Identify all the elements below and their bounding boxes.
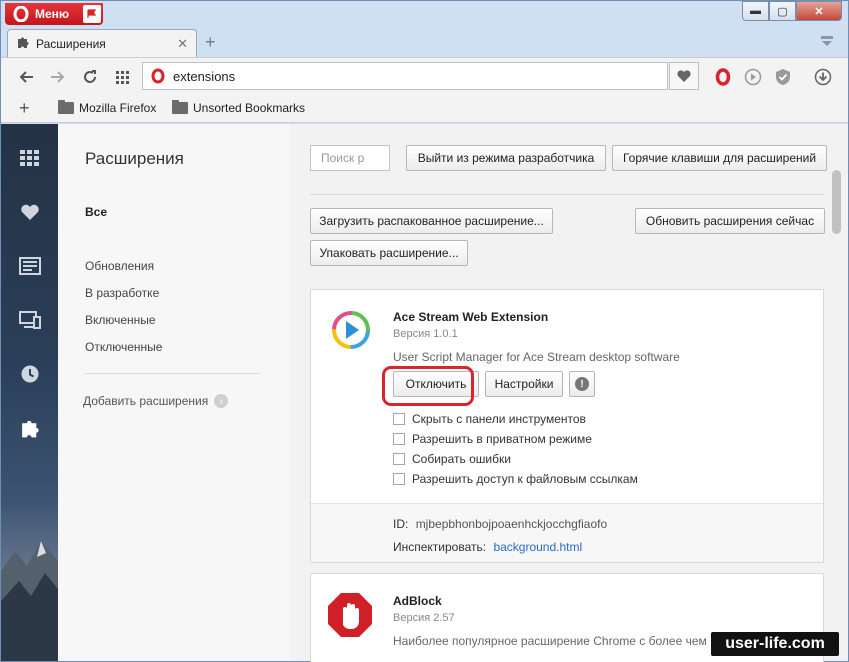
address-text: extensions <box>173 68 236 84</box>
option-collect-errors[interactable]: Собирать ошибки <box>393 452 511 466</box>
error-info-icon[interactable]: ! <box>569 371 595 397</box>
download-icon[interactable] <box>813 67 833 87</box>
speed-dial-grid-icon[interactable] <box>111 67 133 87</box>
mountain-background <box>1 541 58 661</box>
opera-o-icon <box>151 68 165 87</box>
folder-icon <box>172 100 188 114</box>
tab-extensions[interactable]: Расширения ✕ <box>7 29 197 57</box>
back-arrow-icon[interactable] <box>16 67 38 87</box>
search-input[interactable]: Поиск р <box>310 145 390 171</box>
extension-card-acestream: Ace Stream Web Extension Версия 1.0.1 Us… <box>310 289 824 563</box>
tab-strip: Расширения ✕ + <box>1 29 848 57</box>
option-label: Собирать ошибки <box>412 452 511 466</box>
extension-id: ID: mjbepbhonbojpoaenhckjocchgfiaofo <box>393 517 608 531</box>
close-tab-icon[interactable]: ✕ <box>177 36 188 52</box>
nav-item-all[interactable]: Все <box>85 205 107 219</box>
pack-extension-button[interactable]: Упаковать расширение... <box>310 240 468 266</box>
extensions-nav-panel: Расширения Все Обновления В разработке В… <box>58 124 290 661</box>
flag-icon[interactable] <box>83 5 101 23</box>
exit-developer-mode-button[interactable]: Выйти из режима разработчика <box>406 145 606 171</box>
extension-name: Ace Stream Web Extension <box>393 310 549 324</box>
extensions-puzzle-icon[interactable] <box>1 411 58 445</box>
browser-window: Меню ▬ ▢ ✕ Расширения ✕ + extensions + M… <box>0 0 849 662</box>
option-private-mode[interactable]: Разрешить в приватном режиме <box>393 432 592 446</box>
maximize-button[interactable]: ▢ <box>769 1 796 21</box>
bookmark-heart-icon[interactable] <box>669 62 699 90</box>
opera-menu-button[interactable]: Меню <box>5 3 103 25</box>
option-label: Скрыть с панели инструментов <box>412 412 586 426</box>
checkbox[interactable] <box>393 453 405 465</box>
nav-item-enabled[interactable]: Включенные <box>85 313 156 327</box>
watermark: user-life.com <box>711 632 839 656</box>
option-file-urls[interactable]: Разрешить доступ к файловым ссылкам <box>393 472 638 486</box>
title-bar: Меню ▬ ▢ ✕ <box>1 1 848 29</box>
opera-extension-icon[interactable] <box>713 67 733 87</box>
window-controls: ▬ ▢ ✕ <box>742 1 842 21</box>
checkbox[interactable] <box>393 413 405 425</box>
tab-menu-icon[interactable] <box>820 35 834 50</box>
news-icon[interactable] <box>1 249 58 283</box>
forward-arrow-icon[interactable] <box>46 67 68 87</box>
checkbox[interactable] <box>393 433 405 445</box>
extension-inspect: Инспектировать: background.html <box>393 540 583 554</box>
opera-sidebar <box>1 124 58 661</box>
close-window-button[interactable]: ✕ <box>796 1 842 21</box>
devices-icon[interactable] <box>1 303 58 337</box>
adblock-stop-hand-icon <box>327 592 373 638</box>
speed-dial-icon[interactable] <box>1 141 58 175</box>
nav-item-updates[interactable]: Обновления <box>85 259 154 273</box>
page-title: Расширения <box>85 149 184 168</box>
scrollbar-thumb[interactable] <box>832 170 841 234</box>
opera-logo-icon <box>11 4 31 24</box>
extension-description: User Script Manager for Ace Stream deskt… <box>393 350 680 364</box>
load-unpacked-button[interactable]: Загрузить распакованное расширение... <box>310 208 553 234</box>
inspect-link[interactable]: background.html <box>493 540 582 554</box>
extensions-list: Поиск р Выйти из режима разработчика Гор… <box>290 124 848 662</box>
ace-stream-logo-icon <box>331 310 371 350</box>
keyboard-shortcuts-button[interactable]: Горячие клавиши для расширений <box>612 145 827 171</box>
bookmarks-heart-icon[interactable] <box>1 195 58 229</box>
folder-icon <box>58 100 74 114</box>
nav-divider <box>85 373 261 374</box>
extension-version: Версия 2.57 <box>393 612 455 624</box>
extension-description: Наиболее популярное расширение Chrome с … <box>393 634 707 648</box>
add-extensions-label: Добавить расширения <box>83 394 209 408</box>
disable-button-highlight <box>382 366 474 406</box>
bookmark-folder-firefox[interactable]: Mozilla Firefox <box>58 100 157 115</box>
bookmark-label: Mozilla Firefox <box>79 101 157 115</box>
reload-icon[interactable] <box>79 67 101 87</box>
add-bookmark-icon[interactable]: + <box>19 98 30 119</box>
extension-name: AdBlock <box>393 594 442 608</box>
update-extensions-button[interactable]: Обновить расширения сейчас <box>635 208 825 234</box>
toolbar-divider <box>310 194 825 195</box>
address-bar[interactable]: extensions <box>142 62 668 90</box>
nav-item-disabled[interactable]: Отключенные <box>85 340 162 354</box>
bookmark-folder-unsorted[interactable]: Unsorted Bookmarks <box>172 100 306 115</box>
chevron-right-icon: › <box>214 394 229 408</box>
checkbox[interactable] <box>393 473 405 485</box>
extension-version: Версия 1.0.1 <box>393 328 458 340</box>
bookmarks-bar: + Mozilla Firefox Unsorted Bookmarks <box>1 95 848 123</box>
nav-item-development[interactable]: В разработке <box>85 286 159 300</box>
option-label: Разрешить доступ к файловым ссылкам <box>412 472 638 486</box>
add-extensions-link[interactable]: Добавить расширения › <box>83 394 229 408</box>
new-tab-icon[interactable]: + <box>205 32 216 53</box>
tab-title: Расширения <box>36 36 106 51</box>
minimize-button[interactable]: ▬ <box>742 1 769 21</box>
navigation-toolbar: extensions <box>1 57 848 95</box>
menu-label: Меню <box>35 7 70 21</box>
puzzle-icon <box>16 35 30 52</box>
extension-footer: ID: mjbepbhonbojpoaenhckjocchgfiaofo Инс… <box>311 503 823 562</box>
shield-icon[interactable] <box>773 67 793 87</box>
bookmark-label: Unsorted Bookmarks <box>193 101 306 115</box>
option-hide-toolbar[interactable]: Скрыть с панели инструментов <box>393 412 586 426</box>
option-label: Разрешить в приватном режиме <box>412 432 592 446</box>
vertical-scrollbar[interactable] <box>827 124 847 661</box>
history-clock-icon[interactable] <box>1 357 58 391</box>
ace-stream-play-icon[interactable] <box>743 67 763 87</box>
settings-button[interactable]: Настройки <box>485 371 563 397</box>
page-content: Расширения Все Обновления В разработке В… <box>1 124 848 662</box>
